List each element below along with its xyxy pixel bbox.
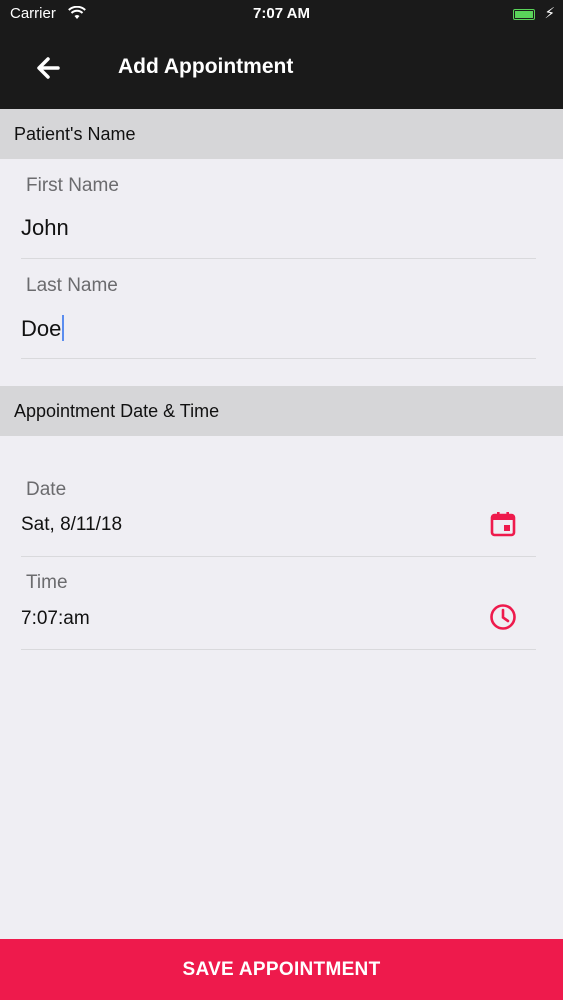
last-name-field[interactable]: Last Name Doe <box>21 259 536 359</box>
time-label: Time <box>26 572 68 593</box>
time-value[interactable]: 7:07:am <box>21 608 90 630</box>
date-value[interactable]: Sat, 8/11/18 <box>21 514 122 536</box>
page-title: Add Appointment <box>118 55 294 78</box>
last-name-value: Doe <box>21 316 62 341</box>
first-name-input[interactable]: John <box>21 215 521 241</box>
last-name-input[interactable]: Doe <box>21 315 521 342</box>
nav-bar: Add Appointment <box>0 30 563 109</box>
text-cursor <box>62 315 65 341</box>
clock-icon[interactable] <box>488 602 518 632</box>
charging-icon: ⚡ <box>544 5 555 22</box>
first-name-label: First Name <box>26 175 119 196</box>
battery-icon <box>513 9 535 20</box>
status-time: 7:07 AM <box>253 5 310 22</box>
back-button[interactable] <box>30 52 70 84</box>
arrow-left-icon <box>37 57 60 79</box>
date-field[interactable]: Date Sat, 8/11/18 <box>21 464 536 557</box>
last-name-label: Last Name <box>26 275 118 296</box>
patient-section-header: Patient's Name <box>0 109 563 159</box>
time-field[interactable]: Time 7:07:am <box>21 557 536 650</box>
appointment-section-header: Appointment Date & Time <box>0 386 563 436</box>
calendar-icon[interactable] <box>488 509 518 539</box>
first-name-field[interactable]: First Name John <box>21 159 536 259</box>
date-label: Date <box>26 479 67 500</box>
save-appointment-button[interactable]: SAVE APPOINTMENT <box>0 939 563 1000</box>
status-bar: Carrier 7:07 AM ⚡ <box>0 0 563 30</box>
